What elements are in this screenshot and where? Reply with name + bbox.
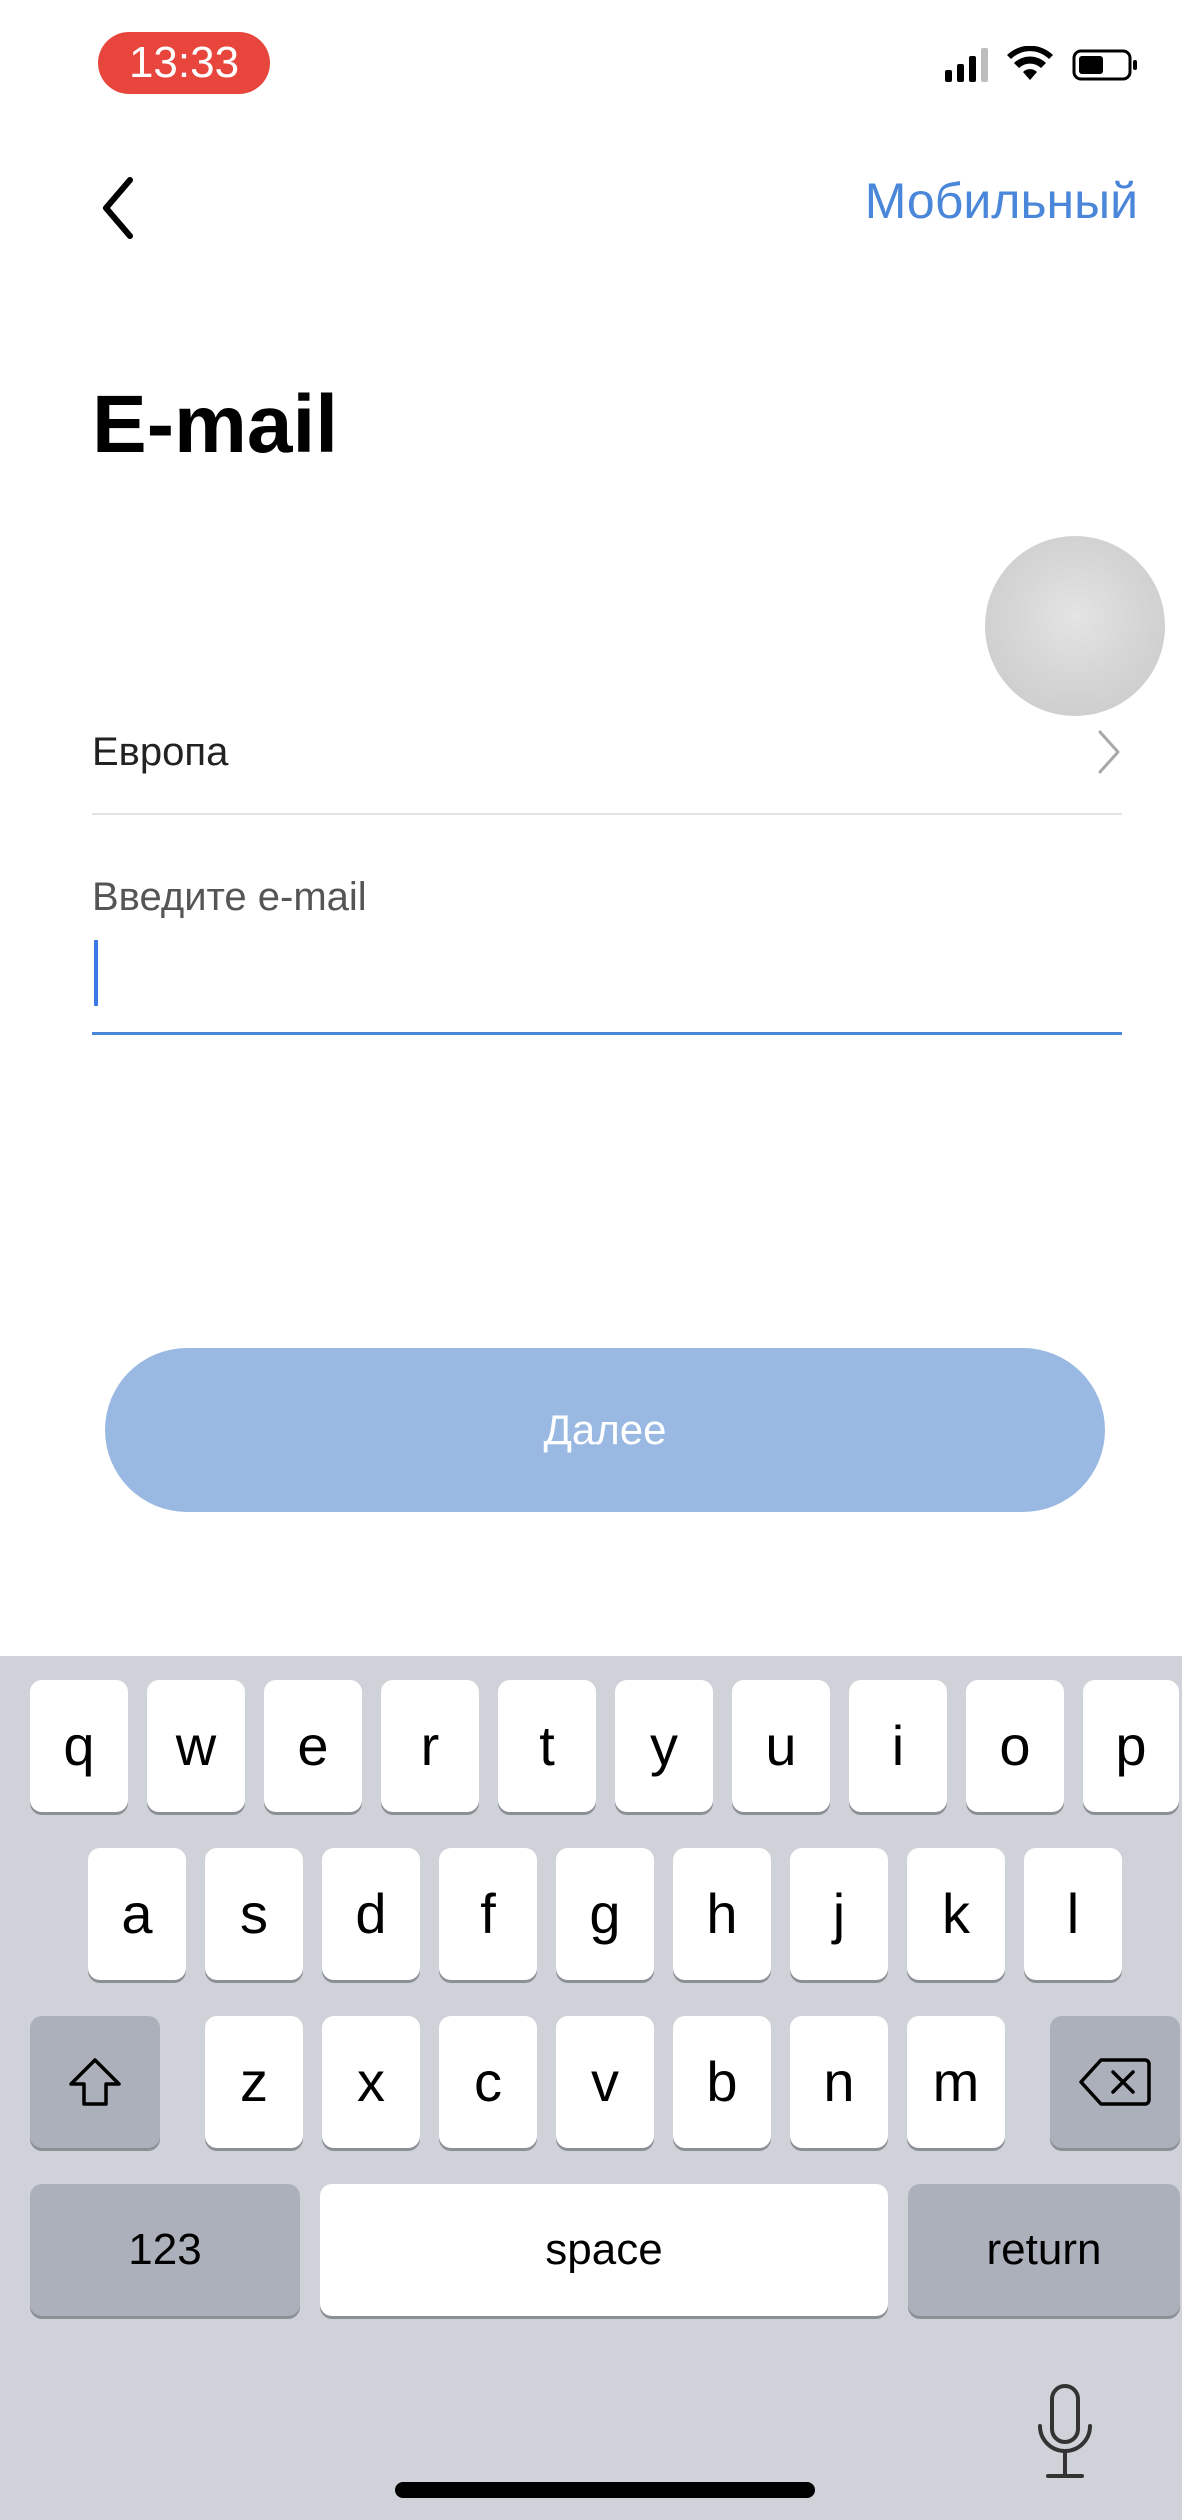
key-v[interactable]: v <box>556 2016 654 2148</box>
key-p[interactable]: p <box>1083 1680 1179 1812</box>
key-z[interactable]: z <box>205 2016 303 2148</box>
key-q[interactable]: q <box>30 1680 128 1812</box>
key-r[interactable]: r <box>381 1680 479 1812</box>
key-t[interactable]: t <box>498 1680 596 1812</box>
email-field[interactable]: Введите e-mail <box>92 870 1122 1035</box>
email-placeholder: Введите e-mail <box>92 875 367 919</box>
numbers-key[interactable]: 123 <box>30 2184 300 2316</box>
chevron-right-icon <box>1098 730 1120 774</box>
key-n[interactable]: n <box>790 2016 888 2148</box>
return-key[interactable]: return <box>908 2184 1180 2316</box>
key-o[interactable]: o <box>966 1680 1064 1812</box>
key-g[interactable]: g <box>556 1848 654 1980</box>
key-x[interactable]: x <box>322 2016 420 2148</box>
shift-key[interactable] <box>30 2016 160 2148</box>
page-title: E-mail <box>92 379 339 470</box>
signal-icon <box>945 48 988 82</box>
key-k[interactable]: k <box>907 1848 1005 1980</box>
microphone-icon[interactable] <box>1030 2380 1100 2490</box>
back-button[interactable] <box>92 168 152 248</box>
key-y[interactable]: y <box>615 1680 713 1812</box>
touch-indicator <box>985 536 1165 716</box>
status-time: 13:33 <box>98 32 270 94</box>
email-input[interactable] <box>92 930 1122 1020</box>
status-icons <box>945 40 1140 90</box>
key-l[interactable]: l <box>1024 1848 1122 1980</box>
switch-to-mobile-link[interactable]: Мобильный <box>865 172 1138 230</box>
key-m[interactable]: m <box>907 2016 1005 2148</box>
space-key[interactable]: space <box>320 2184 888 2316</box>
key-e[interactable]: e <box>264 1680 362 1812</box>
key-u[interactable]: u <box>732 1680 830 1812</box>
region-selector[interactable]: Европа <box>92 700 1122 815</box>
chevron-left-icon <box>103 177 133 239</box>
shift-icon <box>69 2058 121 2106</box>
battery-icon <box>1072 49 1137 81</box>
key-h[interactable]: h <box>673 1848 771 1980</box>
key-i[interactable]: i <box>849 1680 947 1812</box>
key-w[interactable]: w <box>147 1680 245 1812</box>
key-f[interactable]: f <box>439 1848 537 1980</box>
key-c[interactable]: c <box>439 2016 537 2148</box>
backspace-key[interactable] <box>1050 2016 1180 2148</box>
key-d[interactable]: d <box>322 1848 420 1980</box>
region-label: Европа <box>92 730 229 774</box>
key-j[interactable]: j <box>790 1848 888 1980</box>
next-button[interactable]: Далее <box>105 1348 1105 1512</box>
wifi-icon <box>1007 46 1053 80</box>
home-indicator[interactable] <box>395 2482 815 2498</box>
email-login-screen: 13:33 Мобильный E-mail Европа Введите e-… <box>0 0 1182 2520</box>
key-s[interactable]: s <box>205 1848 303 1980</box>
key-a[interactable]: a <box>88 1848 186 1980</box>
backspace-icon <box>1079 2058 1151 2106</box>
key-b[interactable]: b <box>673 2016 771 2148</box>
